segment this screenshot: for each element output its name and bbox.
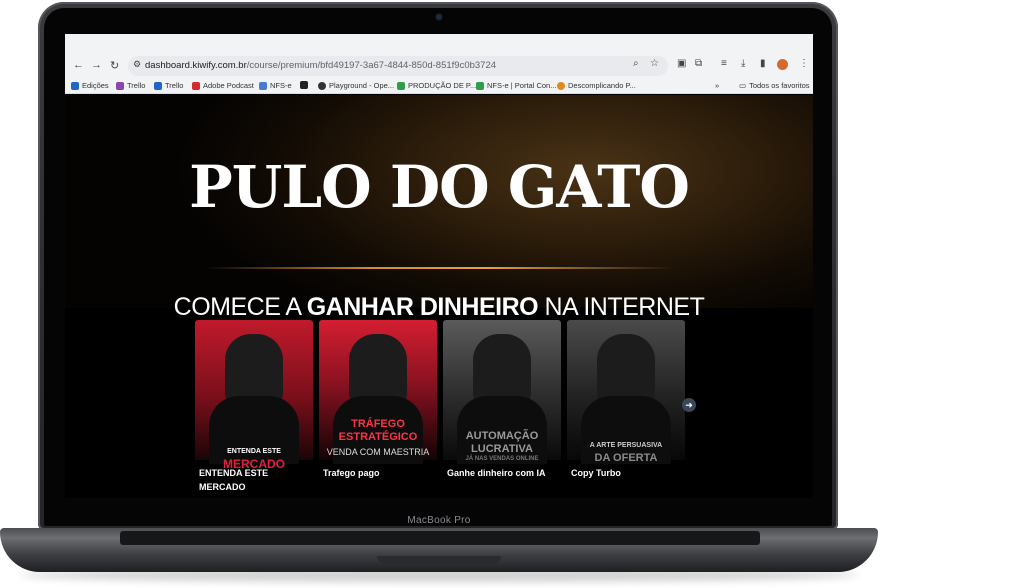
course-hero-banner: PULO DO GATO COMECE A GANHAR DINHEIRO NA… [65, 95, 813, 321]
bookmark-descomplicando[interactable]: Descomplicando P... [557, 81, 636, 90]
folder-icon: ▭ [739, 81, 747, 90]
cover-caption: TRÁFEGO [351, 418, 405, 430]
bookmark-label: Adobe Podcast [203, 81, 254, 90]
course-title: PULO DO GATO [189, 153, 690, 221]
laptop-notch [377, 556, 501, 564]
laptop-mockup: MacBook Pro ← → ↻ ⚙ dashboard.kiwify.com… [0, 0, 1031, 588]
url-text[interactable]: dashboard.kiwify.com.br/course/premium/b… [145, 60, 496, 71]
download-icon[interactable]: ⤓ [741, 58, 745, 69]
back-icon[interactable]: ← [73, 59, 84, 71]
module-card-trafego[interactable]: TRÁFEGO ESTRATÉGICO VENDA COM MAESTRIA T… [319, 320, 437, 490]
bookmark-label: Edições [82, 81, 109, 90]
cover-tagline: VENDA COM MAESTRIA [326, 447, 430, 457]
trello-icon [116, 81, 124, 90]
reload-icon[interactable]: ↻ [110, 59, 119, 72]
sheets-icon [397, 81, 405, 90]
cover-headline: LUCRATIVA [471, 443, 533, 455]
module-title: ENTENDA ESTE MERCADO [199, 468, 269, 490]
media-icon[interactable]: ≡ [721, 58, 727, 69]
bookmark-label: NFS-e [270, 81, 292, 90]
carousel-next-icon[interactable]: ➜ [682, 398, 696, 412]
bookmark-nfse[interactable]: NFS-e [259, 81, 292, 90]
bookmark-adobe-podcast[interactable]: Adobe Podcast [192, 81, 254, 90]
bookmark-edicoes[interactable]: Edições [71, 81, 109, 90]
nfse-portal-icon [476, 81, 484, 90]
instructor-photo [473, 334, 531, 404]
bookmark-star-icon[interactable]: ☆ [650, 58, 659, 69]
all-bookmarks-folder[interactable]: ▭ Todos os favoritos [739, 81, 810, 90]
bookmark-trello-1[interactable]: Trello [116, 81, 145, 90]
hero-divider [205, 267, 675, 269]
cover-tagline: JÁ NAS VENDAS ONLINE [465, 456, 539, 462]
trello-icon [71, 81, 79, 90]
module-card-mercado[interactable]: ENTENDA ESTE MERCADO ENTENDA ESTE MERCAD… [195, 320, 313, 490]
instructor-photo [349, 334, 407, 404]
bookmark-label: Descomplicando P... [568, 81, 636, 90]
bookmark-trello-2[interactable]: Trello [154, 81, 183, 90]
module-title: Copy Turbo [571, 468, 621, 478]
profile-avatar[interactable] [777, 59, 788, 70]
bookmark-nfse-portal[interactable]: NFS-e | Portal Con... [476, 81, 556, 90]
trello-icon [154, 81, 162, 90]
openai-icon [318, 81, 326, 90]
module-title: Ganhe dinheiro com IA [447, 468, 546, 478]
cover-caption: AUTOMAÇÃO [465, 430, 539, 442]
bookmark-playground[interactable]: Playground - Ope... [318, 81, 394, 90]
module-title: Trafego pago [323, 468, 380, 478]
module-carousel: ENTENDA ESTE MERCADO ENTENDA ESTE MERCAD… [195, 320, 695, 498]
camera-icon [436, 14, 442, 20]
forward-icon[interactable]: → [91, 59, 102, 71]
extension-icon[interactable]: ▣ [677, 58, 686, 69]
more-bookmarks-icon: » [715, 81, 720, 90]
menu-icon[interactable]: ⋮ [799, 58, 809, 69]
url-path: /course/premium/bfd49197-3a67-4844-850d-… [246, 60, 497, 71]
instructor-photo [225, 334, 283, 404]
puzzle-icon[interactable]: ⧉ [695, 58, 702, 69]
bookmark-label: Playground - Ope... [329, 81, 395, 90]
course-subtitle: COMECE A GANHAR DINHEIRO NA INTERNET [65, 293, 813, 322]
subtitle-part: COMECE A [173, 293, 307, 321]
instructor-photo [597, 334, 655, 404]
bookmark-label: PRODUÇÃO DE P... [408, 81, 477, 90]
module-card-copy[interactable]: A ARTE PERSUASIVA DA OFERTA Copy Turbo [567, 320, 685, 490]
device-brand: MacBook Pro [407, 515, 471, 526]
cover-headline: ESTRATÉGICO [338, 431, 418, 443]
subtitle-part: NA INTERNET [538, 293, 705, 321]
nfse-icon [259, 81, 267, 90]
cover-caption: A ARTE PERSUASIVA [589, 442, 663, 449]
descomplicando-icon [557, 81, 565, 90]
module-card-ia[interactable]: AUTOMAÇÃO LUCRATIVA JÁ NAS VENDAS ONLINE… [443, 320, 561, 490]
bookmark-label: Trello [127, 81, 146, 90]
zoom-icon[interactable]: ⌕ [633, 58, 639, 69]
adobe-icon [192, 81, 200, 90]
bookmark-icon-only[interactable] [300, 81, 308, 89]
url-host: dashboard.kiwify.com.br [145, 60, 247, 71]
more-bookmarks-button[interactable]: » [715, 81, 719, 90]
bookmark-label: NFS-e | Portal Con... [487, 81, 557, 90]
bookmark-producao[interactable]: PRODUÇÃO DE P... [397, 81, 476, 90]
subtitle-bold: GANHAR DINHEIRO [306, 293, 539, 321]
bookmark-label: Trello [165, 81, 184, 90]
all-bookmarks-label: Todos os favoritos [749, 81, 810, 90]
triangle-app-icon [300, 81, 308, 89]
side-panel-icon[interactable]: ▮ [760, 58, 766, 69]
site-info-icon[interactable]: ⚙ [133, 59, 141, 70]
browser-screen: ← → ↻ ⚙ dashboard.kiwify.com.br/course/p… [65, 34, 813, 498]
cover-headline: DA OFERTA [594, 452, 658, 464]
cover-caption: ENTENDA ESTE [227, 448, 281, 455]
laptop-hinge [120, 531, 760, 545]
